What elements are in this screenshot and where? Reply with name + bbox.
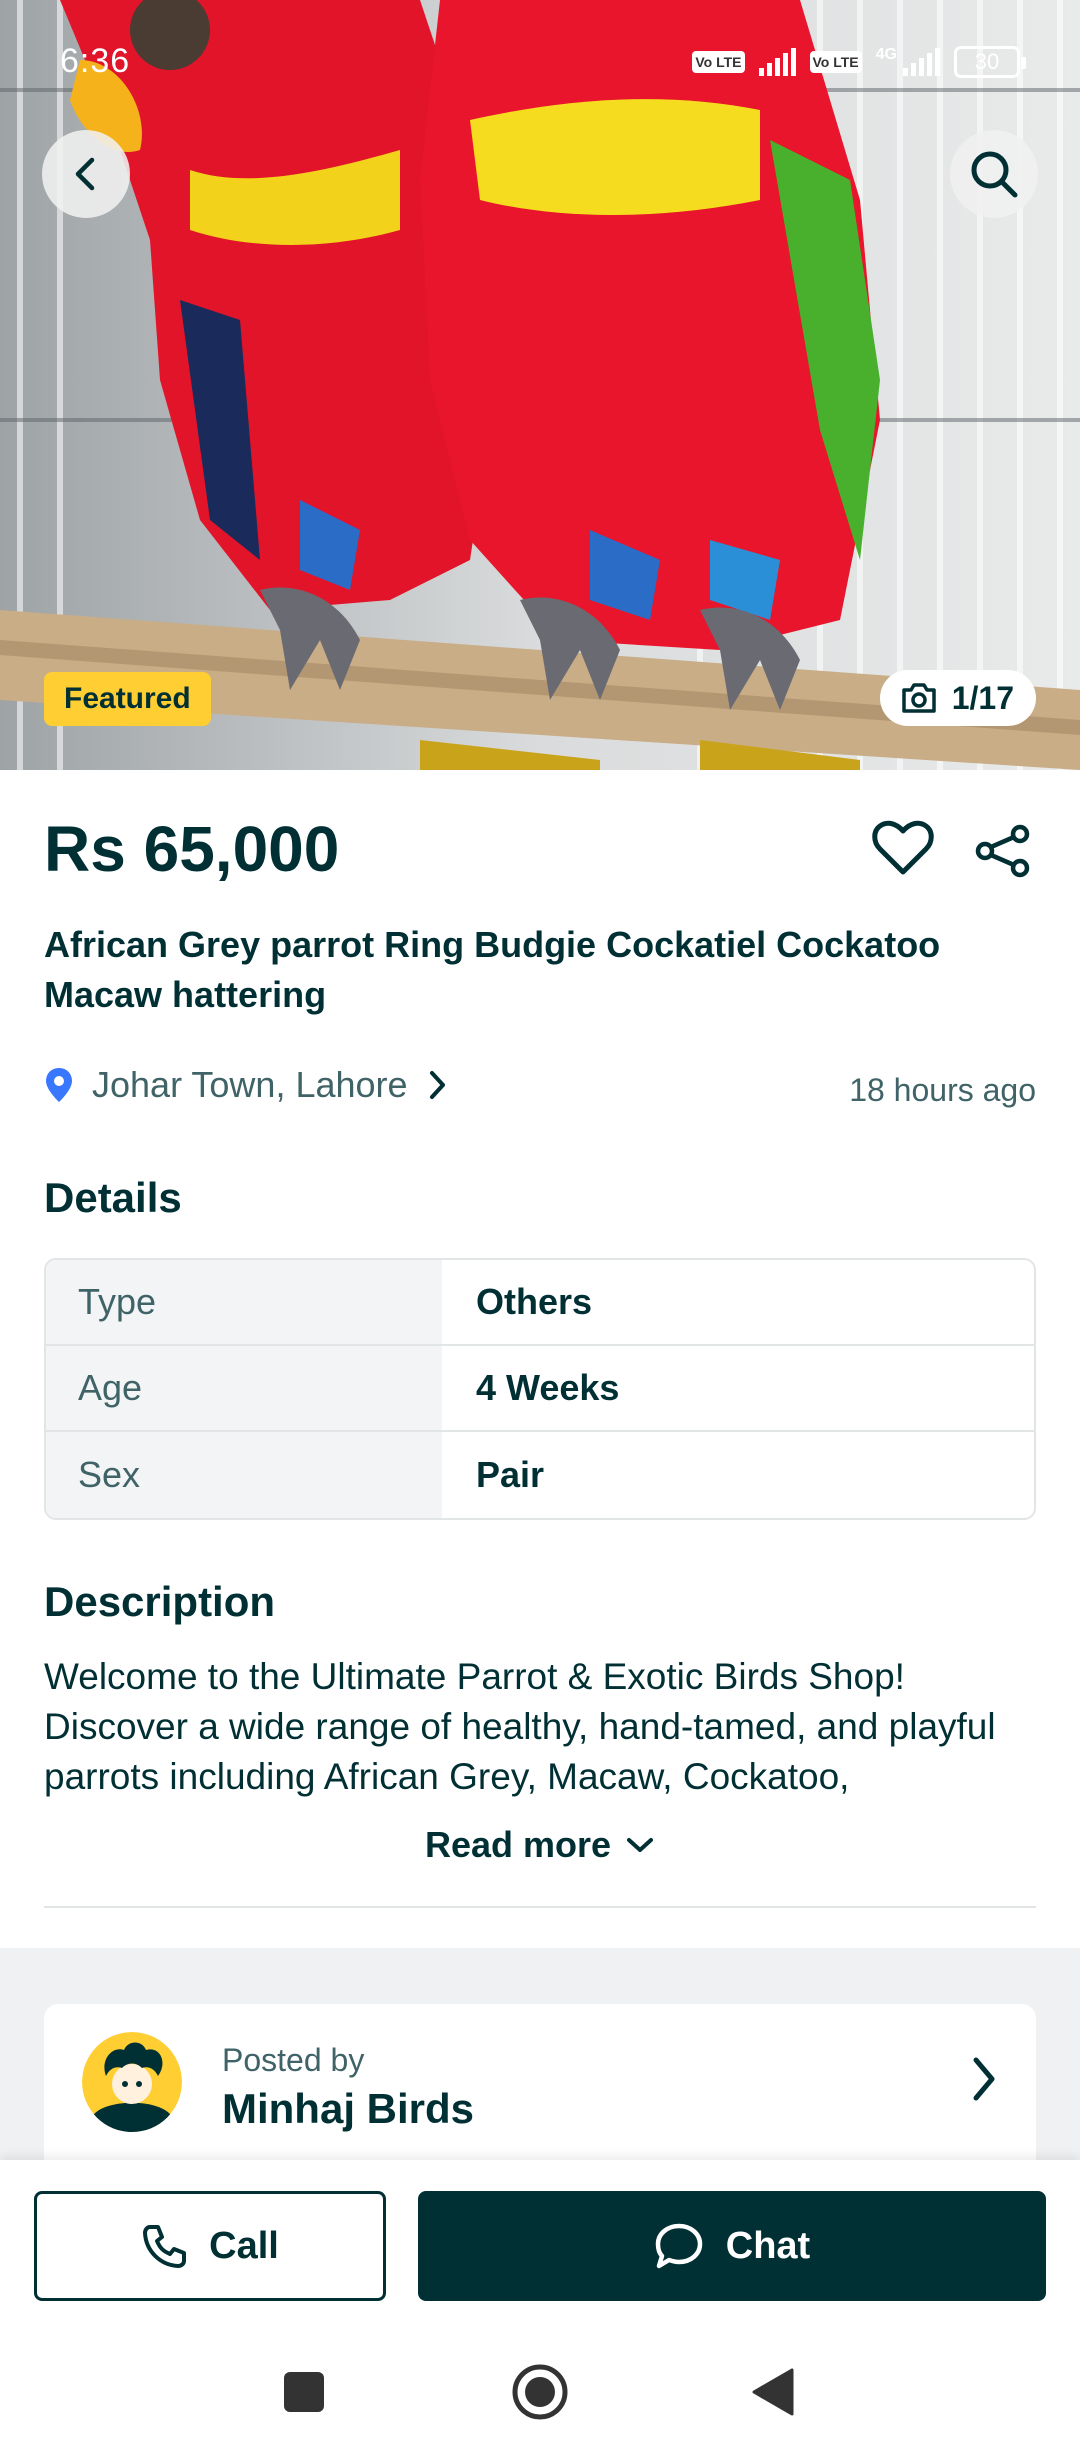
- chat-label: Chat: [725, 2224, 811, 2267]
- divider: [44, 1906, 1036, 1908]
- details-value: 4 Weeks: [442, 1346, 1034, 1430]
- chevron-down-icon: [627, 1838, 654, 1852]
- circle-home-icon: [512, 2364, 568, 2420]
- chat-bubble-icon: [655, 2223, 703, 2269]
- network-type: 4G: [875, 46, 897, 63]
- square-icon: [284, 2372, 324, 2412]
- photo-counter-label: 1/17: [951, 679, 1014, 716]
- triangle-back-icon: [752, 2368, 794, 2416]
- details-heading: Details: [44, 1174, 182, 1221]
- details-value: Others: [442, 1260, 1034, 1344]
- listing-photo[interactable]: 6:36 Vo LTE Vo LTE 4G 30 Featured 1/17: [0, 0, 1080, 770]
- call-button[interactable]: Call: [34, 2191, 386, 2301]
- chevron-right-icon: [429, 1071, 445, 1099]
- heart-icon: [872, 820, 934, 875]
- system-nav-bar: [0, 2310, 1080, 2460]
- seller-card[interactable]: Posted by Minhaj Birds: [44, 2004, 1036, 2160]
- call-label: Call: [209, 2224, 279, 2267]
- posted-time: 18 hours ago: [849, 1072, 1036, 1108]
- status-time: 6:36: [60, 42, 131, 80]
- signal-icon: [758, 48, 796, 76]
- photo-counter[interactable]: 1/17: [879, 670, 1036, 726]
- home-button[interactable]: [510, 2362, 570, 2427]
- parrots-image: [0, 0, 1080, 770]
- details-key: Sex: [46, 1432, 442, 1518]
- read-more-button[interactable]: Read more: [0, 1824, 1080, 1866]
- search-button[interactable]: [950, 130, 1038, 218]
- location-pin-icon: [46, 1068, 72, 1102]
- seller-name: Minhaj Birds: [222, 2084, 475, 2132]
- share-icon: [975, 824, 1030, 878]
- status-icons: Vo LTE Vo LTE 4G 30: [692, 46, 1026, 78]
- back-button[interactable]: [42, 130, 130, 218]
- read-more-label: Read more: [424, 1824, 612, 1865]
- signal-icon-2: [903, 48, 940, 76]
- details-row: Sex Pair: [46, 1432, 1034, 1518]
- description-heading: Description: [44, 1578, 276, 1625]
- details-row: Type Others: [46, 1260, 1034, 1346]
- seller-info: Posted by Minhaj Birds: [222, 2042, 474, 2133]
- action-bar: Call Chat: [0, 2160, 1080, 2310]
- volte-icon-2: Vo LTE: [809, 51, 862, 73]
- featured-badge: Featured: [44, 672, 211, 726]
- location-label: Johar Town, Lahore: [92, 1064, 408, 1105]
- phone-icon: [143, 2225, 187, 2268]
- details-table: Type Others Age 4 Weeks Sex Pair: [44, 1258, 1036, 1520]
- chevron-right-icon: [973, 2057, 995, 2101]
- details-key: Type: [46, 1260, 442, 1344]
- seller-avatar: [82, 2032, 182, 2132]
- share-button[interactable]: [974, 824, 1032, 883]
- listing-price: Rs 65,000: [44, 813, 340, 885]
- volte-icon: Vo LTE: [692, 51, 745, 73]
- search-icon: [971, 151, 1018, 198]
- location-link[interactable]: Johar Town, Lahore: [44, 1064, 448, 1106]
- details-row: Age 4 Weeks: [46, 1346, 1034, 1432]
- favorite-button[interactable]: [872, 820, 934, 881]
- details-key: Age: [46, 1346, 442, 1430]
- camera-icon: [901, 683, 936, 713]
- details-value: Pair: [442, 1432, 1034, 1518]
- status-bar: 6:36 Vo LTE Vo LTE 4G 30: [0, 0, 1080, 110]
- system-back-button[interactable]: [750, 2366, 796, 2423]
- battery-icon: 30: [954, 46, 1026, 78]
- chat-button[interactable]: Chat: [418, 2191, 1046, 2301]
- posted-by-label: Posted by: [222, 2041, 365, 2078]
- listing-title: African Grey parrot Ring Budgie Cockatie…: [44, 924, 941, 1015]
- recents-button[interactable]: [282, 2370, 326, 2419]
- description-text: Welcome to the Ultimate Parrot & Exotic …: [44, 1656, 996, 1797]
- avatar-icon: [82, 2032, 182, 2132]
- chevron-left-icon: [75, 157, 95, 191]
